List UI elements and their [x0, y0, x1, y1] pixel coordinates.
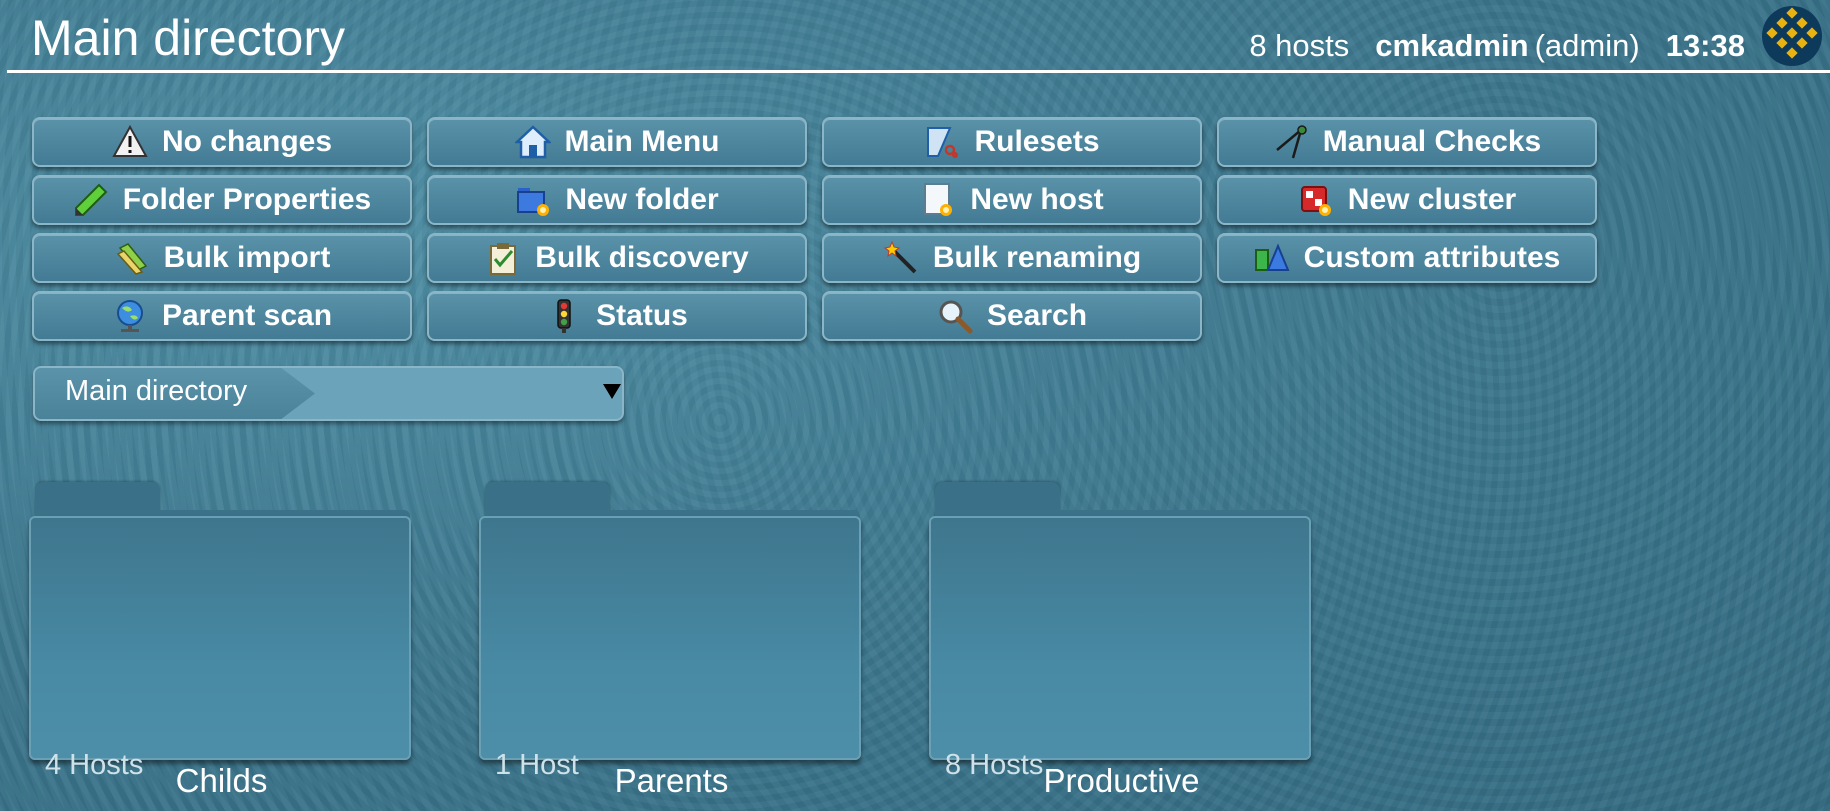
page-title: Main directory: [31, 10, 345, 66]
new-folder-button[interactable]: New folder: [427, 175, 807, 225]
username[interactable]: cmkadmin: [1375, 28, 1528, 64]
breadcrumb: Main directory: [33, 366, 624, 421]
folder-tile-productive[interactable]: 8 Hosts Productive: [929, 480, 1314, 799]
shapes-icon: [1254, 240, 1290, 276]
bulk-import-icon: [114, 240, 150, 276]
new-cluster-button[interactable]: New cluster: [1217, 175, 1597, 225]
breadcrumb-label: Main directory: [65, 375, 248, 407]
folder-name[interactable]: Parents: [479, 762, 864, 800]
folder-icon: 1 Host: [479, 516, 861, 781]
new-host-label: New host: [970, 183, 1104, 216]
search-label: Search: [986, 299, 1088, 332]
compass-icon: [1273, 124, 1309, 160]
rulesets-button[interactable]: Rulesets: [822, 117, 1202, 167]
traffic-light-icon: [546, 298, 582, 334]
manual-checks-label: Manual Checks: [1322, 125, 1542, 158]
host-count: 8 hosts: [1249, 28, 1350, 63]
home-icon: [514, 124, 551, 160]
status-button[interactable]: Status: [427, 291, 807, 341]
search-button[interactable]: Search: [822, 291, 1202, 341]
folder-tile-childs[interactable]: 4 Hosts Childs: [29, 480, 414, 799]
bulk-import-label: Bulk import: [163, 241, 331, 274]
new-cluster-label: New cluster: [1347, 183, 1517, 216]
new-host-button[interactable]: New host: [822, 175, 1202, 225]
clock: 13:38: [1665, 28, 1745, 63]
new-host-icon: [920, 182, 956, 218]
folder-icon: 8 Hosts: [929, 516, 1311, 781]
bulk-renaming-button[interactable]: Bulk renaming: [822, 233, 1202, 283]
magnifier-icon: [937, 298, 973, 334]
folder-icon: 4 Hosts: [29, 516, 411, 781]
user-role: (admin): [1534, 28, 1640, 63]
folder-name[interactable]: Productive: [929, 762, 1314, 800]
custom-attributes-label: Custom attributes: [1303, 241, 1561, 274]
folder-properties-button[interactable]: Folder Properties: [32, 175, 412, 225]
main-menu-button[interactable]: Main Menu: [427, 117, 807, 167]
rulesets-label: Rulesets: [974, 125, 1100, 158]
bulk-discovery-label: Bulk discovery: [535, 241, 749, 274]
rulesets-icon: [924, 124, 960, 160]
new-folder-icon: [515, 182, 551, 218]
new-folder-label: New folder: [565, 183, 719, 216]
parent-scan-button[interactable]: Parent scan: [32, 291, 412, 341]
no-changes-button[interactable]: No changes: [32, 117, 412, 167]
pencil-icon: [73, 182, 109, 218]
no-changes-label: No changes: [161, 125, 333, 158]
page-header: Main directory 8 hosts cmkadmin (admin) 13:…: [7, 0, 1830, 73]
checkmk-logo-icon[interactable]: [1761, 5, 1823, 67]
folder-name[interactable]: Childs: [29, 762, 414, 800]
bulk-discovery-button[interactable]: Bulk discovery: [427, 233, 807, 283]
warning-icon: [112, 124, 148, 160]
folder-tile-parents[interactable]: 1 Host Parents: [479, 480, 864, 799]
clipboard-check-icon: [485, 240, 521, 276]
main-menu-label: Main Menu: [564, 125, 720, 158]
magic-wand-icon: [883, 240, 919, 276]
header-status: 8 hosts cmkadmin (admin) 13:38: [1249, 28, 1745, 64]
bulk-renaming-label: Bulk renaming: [932, 241, 1142, 274]
manual-checks-button[interactable]: Manual Checks: [1217, 117, 1597, 167]
new-cluster-icon: [1298, 182, 1334, 218]
status-label: Status: [596, 299, 688, 332]
bulk-import-button[interactable]: Bulk import: [32, 233, 412, 283]
custom-attributes-button[interactable]: Custom attributes: [1217, 233, 1597, 283]
globe-icon: [112, 298, 148, 334]
parent-scan-label: Parent scan: [161, 299, 333, 332]
dropdown-arrow-icon[interactable]: [603, 384, 621, 399]
folder-properties-label: Folder Properties: [122, 183, 372, 216]
